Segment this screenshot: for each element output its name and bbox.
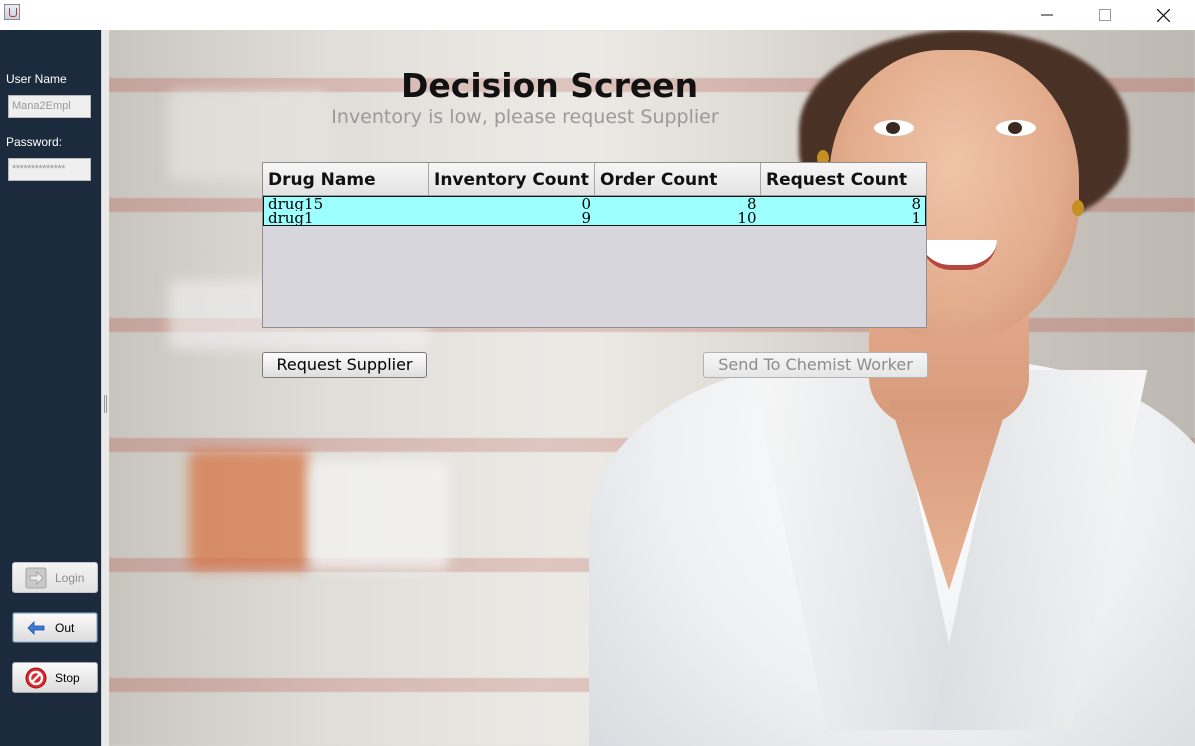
decision-panel: Decision Screen Inventory is low, please… [109,30,1195,746]
table-cell: 9 [581,211,591,225]
column-header-inventory-count[interactable]: Inventory Count [429,163,595,195]
pharmacist-photo [549,30,1195,746]
table-cell: 10 [737,211,757,225]
splitter-grip-icon[interactable] [104,395,107,413]
request-supplier-button[interactable]: Request Supplier [262,352,427,378]
login-button-label: Login [55,570,85,585]
table-body: drug15 0 8 8 drug1 9 10 1 [263,196,926,226]
shelf-product-blur [189,450,309,570]
table-cell: drug15 [268,197,324,211]
table-cell: 0 [581,197,591,211]
table-cell: drug1 [268,211,314,225]
column-header-order-count[interactable]: Order Count [595,163,761,195]
stop-button[interactable]: Stop [12,662,98,693]
login-sidebar: User Name Mana2Empl Password: **********… [0,30,101,746]
stop-icon [25,667,47,689]
password-label: Password: [6,135,63,149]
close-button[interactable] [1134,0,1192,30]
java-app-icon [4,4,20,20]
username-label: User Name [6,72,67,86]
maximize-icon [1099,9,1111,21]
arrow-right-icon [25,567,47,589]
password-field[interactable]: ************** [8,158,91,181]
eye [874,120,914,136]
table-cell: 1 [911,211,921,225]
eye [996,120,1036,136]
out-button[interactable]: Out [12,612,98,643]
send-to-chemist-worker-button[interactable]: Send To Chemist Worker [703,352,928,378]
stop-button-label: Stop [55,670,80,685]
drug-table[interactable]: Drug Name Inventory Count Order Count Re… [262,162,927,328]
page-subtitle: Inventory is low, please request Supplie… [331,106,719,128]
arrow-left-icon [25,617,47,639]
earring [1072,200,1084,216]
table-cell: 8 [746,197,757,211]
split-pane-divider[interactable] [101,30,109,746]
page-title: Decision Screen [401,66,699,105]
title-bar [0,0,1195,30]
username-field[interactable]: Mana2Empl [8,95,91,118]
login-button[interactable]: Login [12,562,98,593]
shelf-product-blur [309,460,449,570]
table-header: Drug Name Inventory Count Order Count Re… [263,163,926,196]
table-row[interactable]: drug1 9 10 1 [263,211,926,226]
close-icon [1156,8,1170,22]
table-cell: 8 [911,197,921,211]
table-row[interactable]: drug15 0 8 8 [263,196,926,211]
maximize-button[interactable] [1076,0,1134,30]
minimize-icon [1041,14,1053,16]
column-header-drug-name[interactable]: Drug Name [263,163,429,195]
minimize-button[interactable] [1018,0,1076,30]
out-button-label: Out [55,620,75,635]
column-header-request-count[interactable]: Request Count [761,163,926,195]
